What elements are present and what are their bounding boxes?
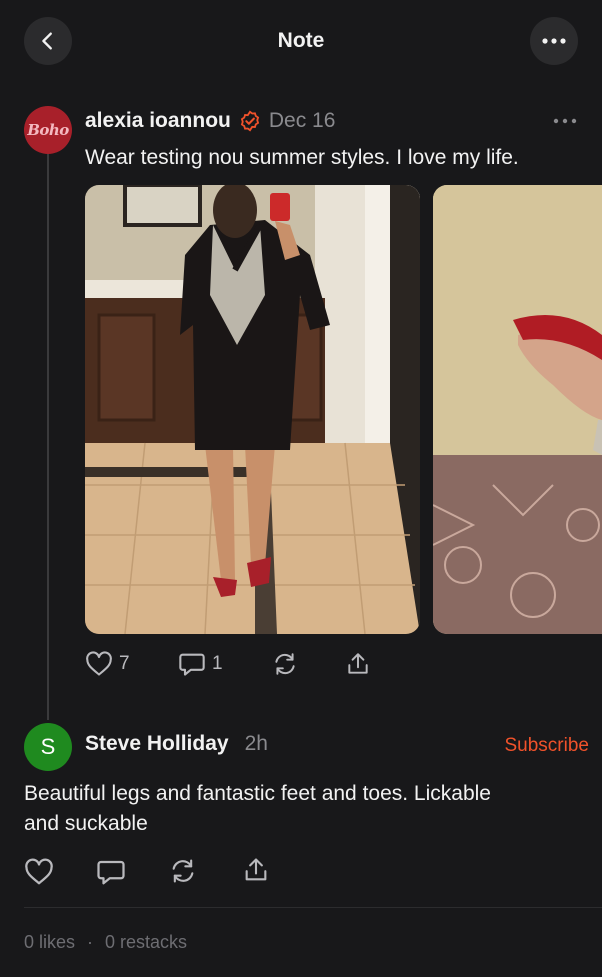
restack-icon	[172, 859, 194, 883]
reply-header: Steve Holliday 2h	[85, 732, 268, 756]
reply-text-line-2: and suckable	[24, 812, 148, 835]
reply-avatar-letter: S	[40, 734, 56, 759]
reply-restack-button[interactable]	[168, 857, 198, 885]
reply-text-line-1: Beautiful legs and fantastic feet and to…	[24, 782, 491, 805]
reply-comment-button[interactable]	[96, 858, 126, 886]
verified-badge-icon	[240, 110, 260, 132]
avatar[interactable]: Boho	[24, 106, 72, 154]
reply-restacks-count[interactable]: 0 restacks	[105, 932, 187, 953]
post-text: Wear testing nou summer styles. I love m…	[85, 146, 519, 169]
reply-like-button[interactable]	[24, 858, 54, 886]
post-image-2[interactable]	[433, 185, 602, 634]
reply-stats: 0 likes · 0 restacks	[24, 932, 187, 953]
heart-icon	[86, 651, 112, 676]
comment-icon	[97, 860, 125, 885]
like-button[interactable]: 7	[85, 651, 130, 677]
avatar-logo-text: Boho	[27, 121, 69, 139]
share-icon	[245, 858, 267, 881]
restack-button[interactable]	[271, 651, 299, 677]
post-image-1[interactable]	[85, 185, 420, 634]
subscribe-button[interactable]: Subscribe	[505, 735, 590, 757]
page-title: Note	[277, 29, 325, 52]
reply-text: Beautiful legs and fantastic feet and to…	[24, 779, 584, 839]
restack-icon	[275, 653, 295, 675]
post-header: alexia ioannou Dec 16	[85, 109, 335, 133]
reply-share-button[interactable]	[241, 856, 271, 884]
post-date: Dec 16	[268, 109, 336, 132]
reply-likes-count[interactable]: 0 likes	[24, 932, 75, 953]
reply-author-name[interactable]: Steve Holliday	[85, 732, 229, 756]
divider	[24, 907, 602, 908]
author-name[interactable]: alexia ioannou	[85, 109, 231, 133]
more-horizontal-icon	[553, 118, 577, 124]
reply-time: 2h	[244, 732, 268, 755]
like-count: 7	[119, 653, 130, 674]
reply-avatar[interactable]: S	[24, 723, 72, 771]
photo-feet-red-sandals	[433, 185, 602, 634]
share-button[interactable]	[344, 651, 372, 677]
comment-button[interactable]: 1	[178, 651, 223, 677]
share-icon	[348, 653, 368, 674]
post-more-button[interactable]	[553, 117, 577, 125]
more-horizontal-icon	[542, 38, 566, 44]
heart-icon	[25, 858, 53, 885]
thread-line	[47, 154, 49, 720]
photo-woman-in-black-tunic	[85, 185, 420, 634]
stats-separator: ·	[87, 932, 94, 952]
more-options-button[interactable]	[530, 17, 578, 65]
comment-icon	[179, 653, 205, 676]
comment-count: 1	[212, 653, 223, 674]
